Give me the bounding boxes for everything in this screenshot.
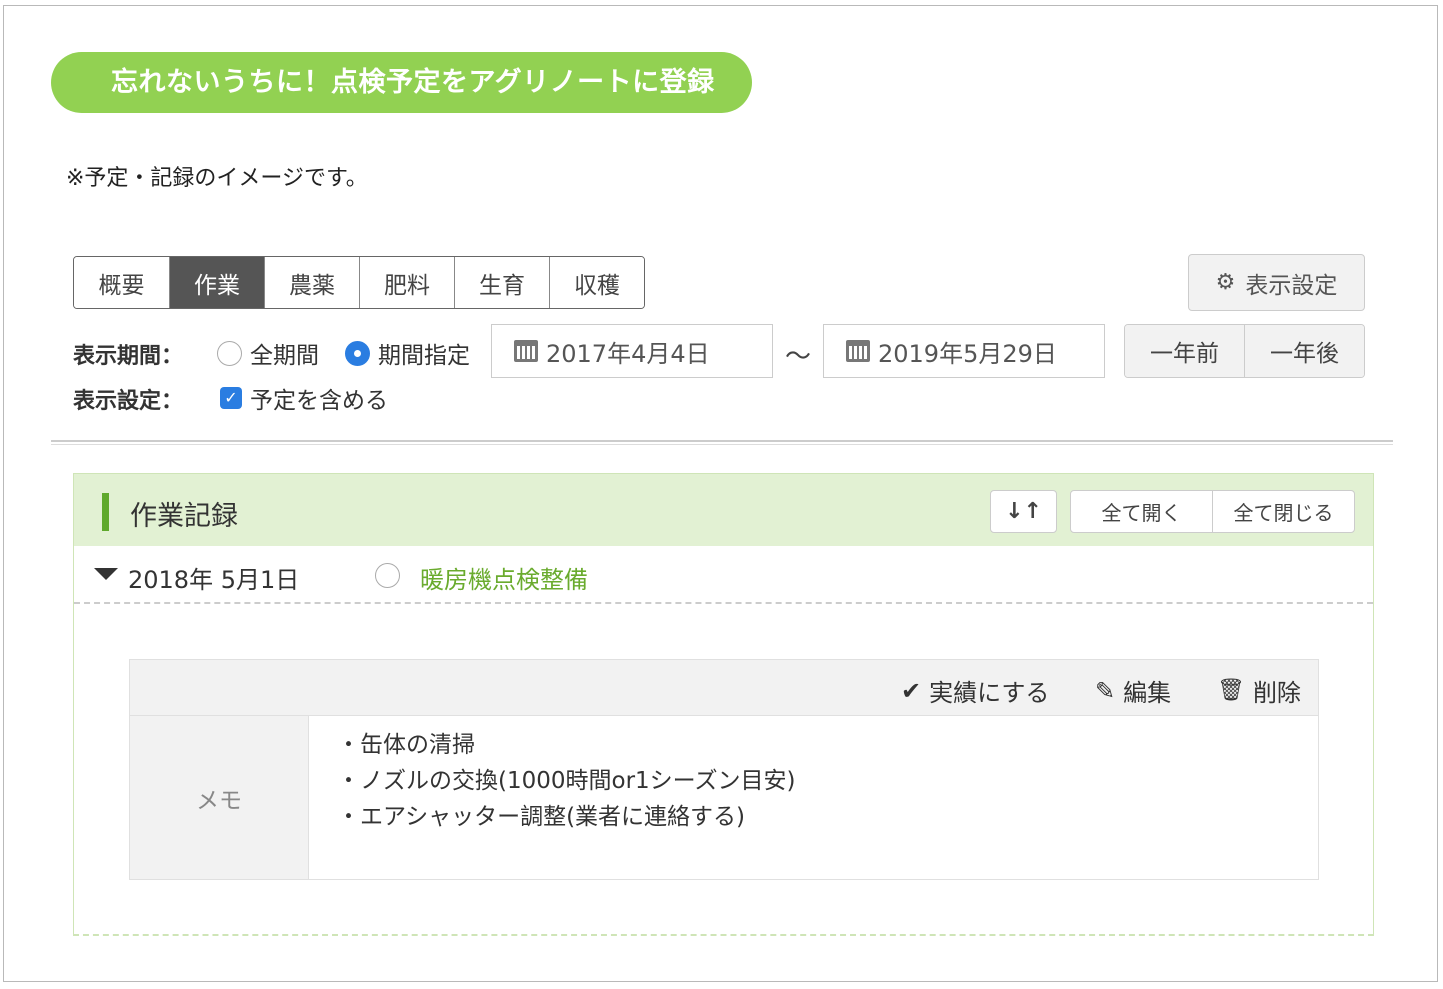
header-accent-bar [102, 493, 109, 531]
date-from-value: 2017年4月4日 [546, 339, 710, 368]
detail-toolbar: ✔ 実績にする ✎ 編集 🗑 削除 [130, 660, 1318, 716]
radio-on-icon [345, 340, 370, 366]
display-label: 表示設定： [73, 389, 184, 414]
status-circle-icon[interactable] [375, 563, 400, 588]
image-note: ※予定・記録のイメージです。 [66, 166, 368, 191]
trash-icon: 🗑 [1217, 678, 1245, 703]
period-custom-option[interactable]: 期間指定 [345, 336, 470, 370]
edit-action[interactable]: ✎ 編集 [1095, 673, 1171, 708]
collapse-triangle-icon[interactable] [94, 568, 118, 580]
calendar-icon [514, 340, 538, 362]
range-tilde: ～ [785, 342, 812, 372]
expand-collapse-group: 全て開く 全て閉じる [1070, 490, 1355, 533]
date-to-input[interactable]: 2019年5月29日 [823, 324, 1105, 378]
sort-icon: ↓↑ [1005, 499, 1042, 524]
delete-action[interactable]: 🗑 削除 [1217, 673, 1301, 708]
period-custom-label: 期間指定 [378, 343, 470, 369]
tab-work[interactable]: 作業 [169, 257, 264, 308]
panel-header: 作業記録 ↓↑ 全て開く 全て閉じる [74, 474, 1373, 546]
expand-all-button[interactable]: 全て開く [1071, 491, 1212, 532]
prev-year-button[interactable]: 一年前 [1125, 325, 1244, 377]
tab-growth[interactable]: 生育 [454, 257, 549, 308]
collapse-all-button[interactable]: 全て閉じる [1212, 491, 1354, 532]
year-nav: 一年前 一年後 [1124, 324, 1365, 378]
memo-content: ・缶体の清掃 ・ノズルの交換(1000時間or1シーズン目安) ・エアシャッター… [337, 727, 796, 835]
record-detail: ✔ 実績にする ✎ 編集 🗑 削除 メモ ・缶体の清掃 ・ノズルの交換(1000… [129, 659, 1319, 880]
include-plans-option[interactable]: ✓ 予定を含める [220, 381, 388, 415]
radio-off-icon [217, 340, 242, 366]
checkbox-checked-icon: ✓ [220, 387, 242, 409]
sort-button[interactable]: ↓↑ [990, 490, 1057, 533]
display-settings-button[interactable]: ⚙ 表示設定 [1188, 254, 1365, 311]
record-name-link[interactable]: 暖房機点検整備 [420, 560, 588, 595]
calendar-icon [846, 340, 870, 362]
tab-bar: 概要 作業 農薬 肥料 生育 収穫 [73, 256, 645, 309]
memo-line: ・エアシャッター調整(業者に連絡する) [337, 804, 746, 830]
complete-action[interactable]: ✔ 実績にする [901, 673, 1049, 708]
tab-pesticide[interactable]: 農薬 [264, 257, 359, 308]
edit-icon: ✎ [1095, 676, 1116, 705]
record-date: 2018年 5月1日 [128, 566, 300, 594]
heading-banner: 忘れないうちに！点検予定をアグリノートに登録 [51, 52, 752, 113]
edit-label: 編集 [1123, 679, 1172, 707]
tab-overview[interactable]: 概要 [74, 257, 169, 308]
complete-label: 実績にする [929, 679, 1050, 707]
panel-title: 作業記録 [130, 501, 238, 532]
next-year-button[interactable]: 一年後 [1244, 325, 1364, 377]
period-label: 表示期間： [73, 344, 184, 369]
period-all-option[interactable]: 全期間 [217, 336, 319, 370]
delete-label: 削除 [1252, 679, 1301, 707]
divider [51, 440, 1393, 445]
date-from-input[interactable]: 2017年4月4日 [491, 324, 773, 378]
include-plans-label: 予定を含める [250, 388, 388, 414]
display-settings-label: 表示設定 [1245, 272, 1338, 299]
tab-fertilizer[interactable]: 肥料 [359, 257, 454, 308]
gear-icon: ⚙ [1215, 270, 1236, 295]
tab-harvest[interactable]: 収穫 [549, 257, 644, 308]
record-entry[interactable]: 2018年 5月1日 暖房機点検整備 [74, 546, 1373, 604]
work-records-panel: 作業記録 ↓↑ 全て開く 全て閉じる 2018年 5月1日 暖房機点検整備 ✔ … [73, 473, 1374, 936]
checkmark-icon: ✔ [901, 676, 922, 705]
memo-label: メモ [130, 716, 309, 879]
period-all-label: 全期間 [250, 343, 319, 369]
memo-line: ・ノズルの交換(1000時間or1シーズン目安) [337, 768, 796, 794]
date-to-value: 2019年5月29日 [878, 339, 1057, 368]
memo-line: ・缶体の清掃 [337, 732, 475, 758]
